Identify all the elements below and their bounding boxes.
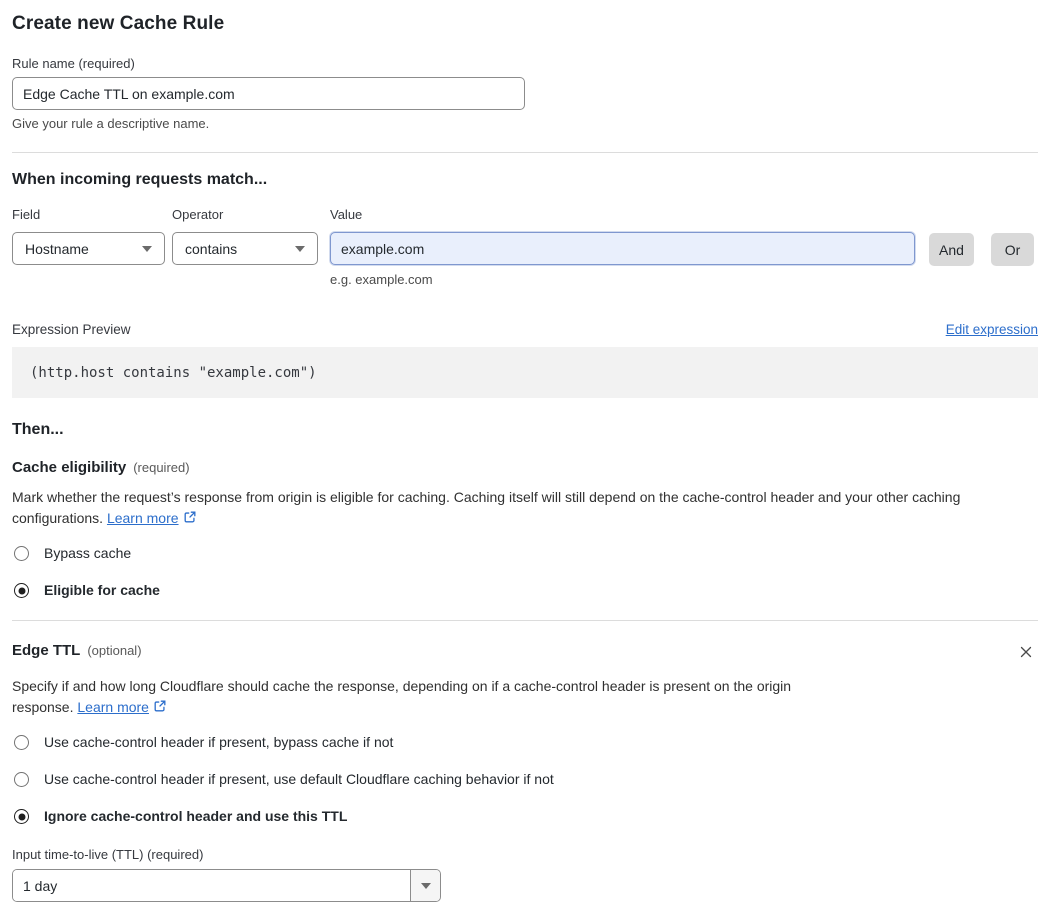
rule-name-help: Give your rule a descriptive name. bbox=[12, 116, 210, 131]
cache-eligibility-title-row: Cache eligibility (required) bbox=[12, 459, 1038, 476]
value-label: Value bbox=[330, 207, 363, 222]
close-icon[interactable] bbox=[1016, 642, 1036, 665]
edge-ttl-qualifier: (optional) bbox=[87, 643, 142, 658]
chevron-down-icon bbox=[295, 245, 305, 252]
ttl-combobox[interactable] bbox=[12, 869, 441, 902]
expression-preview-label: Expression Preview bbox=[12, 322, 131, 337]
edge-ttl-title-row: Edge TTL (optional) bbox=[12, 642, 142, 659]
cache-eligibility-section: Cache eligibility (required) Mark whethe… bbox=[12, 459, 1038, 599]
match-heading: When incoming requests match... bbox=[12, 171, 268, 188]
operator-select-value: contains bbox=[185, 240, 238, 257]
page-title: Create new Cache Rule bbox=[12, 13, 225, 34]
ttl-block: Input time-to-live (TTL) (required) bbox=[12, 847, 1038, 902]
rule-name-input[interactable] bbox=[12, 77, 525, 110]
radio-label: Use cache-control header if present, use… bbox=[44, 771, 554, 787]
value-column: Value e.g. example.com bbox=[330, 207, 915, 287]
ignore-header-use-ttl-option[interactable]: Ignore cache-control header and use this… bbox=[12, 808, 1038, 825]
expression-preview-row: Expression Preview Edit expression bbox=[12, 322, 1038, 337]
radio-label: Eligible for cache bbox=[44, 582, 160, 598]
use-header-bypass-option[interactable]: Use cache-control header if present, byp… bbox=[12, 734, 1038, 751]
external-link-icon bbox=[153, 700, 167, 716]
learn-more-link[interactable]: Learn more bbox=[77, 699, 149, 715]
cache-eligibility-description: Mark whether the request’s response from… bbox=[12, 489, 961, 527]
radio-label: Ignore cache-control header and use this… bbox=[44, 808, 348, 824]
radio-button[interactable] bbox=[14, 546, 29, 561]
then-heading: Then... bbox=[12, 421, 64, 438]
radio-button-checked[interactable] bbox=[14, 809, 29, 824]
rule-name-block: Rule name (required) Give your rule a de… bbox=[12, 56, 1038, 131]
radio-label: Use cache-control header if present, byp… bbox=[44, 734, 394, 750]
create-cache-rule-form: Create new Cache Rule Rule name (require… bbox=[0, 0, 1050, 902]
ttl-label: Input time-to-live (TTL) (required) bbox=[12, 847, 204, 862]
ttl-dropdown-button[interactable] bbox=[410, 870, 440, 901]
bypass-cache-option[interactable]: Bypass cache bbox=[12, 545, 1038, 562]
field-select[interactable]: Hostname bbox=[12, 232, 165, 265]
chevron-down-icon bbox=[142, 245, 152, 252]
edit-expression-link[interactable]: Edit expression bbox=[946, 322, 1038, 337]
operator-select[interactable]: contains bbox=[172, 232, 318, 265]
rule-name-label: Rule name (required) bbox=[12, 56, 135, 71]
cache-eligibility-options: Bypass cache Eligible for cache bbox=[12, 545, 1038, 599]
match-row: Field Hostname Operator contains Value e… bbox=[12, 207, 1038, 287]
chevron-down-icon bbox=[420, 882, 431, 889]
eligible-for-cache-option[interactable]: Eligible for cache bbox=[12, 582, 1038, 599]
operator-label: Operator bbox=[172, 207, 224, 222]
field-label: Field bbox=[12, 207, 41, 222]
operator-column: Operator contains bbox=[172, 207, 318, 265]
value-input[interactable] bbox=[330, 232, 915, 265]
match-section: When incoming requests match... Field Ho… bbox=[12, 171, 1038, 398]
external-link-icon bbox=[183, 511, 197, 527]
edge-ttl-description: Specify if and how long Cloudflare shoul… bbox=[12, 678, 792, 716]
divider bbox=[12, 620, 1038, 621]
ttl-input[interactable] bbox=[13, 870, 410, 901]
cache-eligibility-qualifier: (required) bbox=[133, 460, 190, 475]
and-button[interactable]: And bbox=[929, 233, 974, 266]
radio-button[interactable] bbox=[14, 772, 29, 787]
edge-ttl-title: Edge TTL bbox=[12, 642, 81, 659]
edge-ttl-options: Use cache-control header if present, byp… bbox=[12, 734, 1038, 825]
radio-button[interactable] bbox=[14, 735, 29, 750]
field-column: Field Hostname bbox=[12, 207, 165, 265]
cache-eligibility-title: Cache eligibility bbox=[12, 459, 127, 476]
field-select-value: Hostname bbox=[25, 240, 89, 257]
edge-ttl-header: Edge TTL (optional) bbox=[12, 642, 1038, 665]
radio-label: Bypass cache bbox=[44, 545, 132, 561]
edge-ttl-section: Edge TTL (optional) Specify if and how l… bbox=[12, 642, 1038, 902]
value-help: e.g. example.com bbox=[330, 272, 433, 287]
learn-more-link[interactable]: Learn more bbox=[107, 510, 179, 526]
use-header-default-option[interactable]: Use cache-control header if present, use… bbox=[12, 771, 1038, 788]
or-button[interactable]: Or bbox=[991, 233, 1034, 266]
expression-code-block: (http.host contains "example.com") bbox=[12, 347, 1038, 398]
divider bbox=[12, 152, 1038, 153]
expression-code: (http.host contains "example.com") bbox=[30, 364, 317, 381]
radio-button-checked[interactable] bbox=[14, 583, 29, 598]
